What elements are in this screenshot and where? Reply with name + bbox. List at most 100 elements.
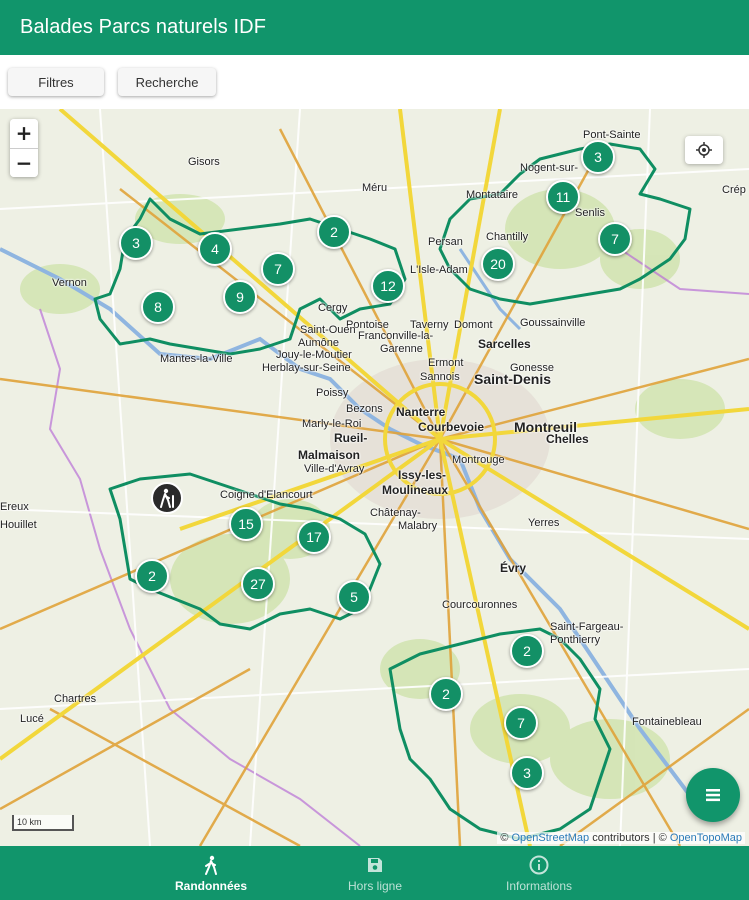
place-label: Sarcelles [478,337,531,351]
place-label: Saint-Ouen [300,324,356,336]
place-label: Nanterre [396,405,446,419]
bottom-navigation: Randonnées Hors ligne Informations [0,846,749,900]
nav-offline-label: Hors ligne [347,878,403,893]
opentopomap-link[interactable]: OpenTopoMap [670,832,742,844]
cluster-marker[interactable]: 17 [297,520,331,554]
place-label: Herblay-sur-Seine [262,362,351,374]
place-label: L'Isle-Adam [410,264,468,276]
cluster-marker[interactable]: 7 [504,706,538,740]
hiker-icon [160,488,174,508]
locate-button[interactable] [685,136,723,164]
place-label: Gisors [188,156,220,168]
cluster-marker[interactable]: 11 [546,180,580,214]
search-button[interactable]: Recherche [118,68,216,96]
place-label: Fontainebleau [632,716,702,728]
cluster-marker[interactable]: 7 [598,222,632,256]
info-icon [529,854,549,876]
cluster-marker[interactable]: 8 [141,290,175,324]
nav-hikes-label: Randonnées [174,878,247,893]
basemap [0,109,749,846]
place-label: Persan [428,236,463,248]
nav-offline[interactable]: Hors ligne [315,846,435,900]
cluster-marker[interactable]: 2 [510,634,544,668]
place-label: Courbevoie [418,420,485,434]
place-label: Sannois [420,371,460,383]
attribution-prefix: © [500,832,512,844]
cluster-marker[interactable]: 7 [261,252,295,286]
cluster-marker[interactable]: 3 [581,140,615,174]
hike-marker[interactable] [151,482,183,514]
list-icon [706,789,720,802]
place-label: Mantes-la-Ville [160,353,233,365]
filters-button[interactable]: Filtres [8,68,104,96]
nav-info[interactable]: Informations [479,846,599,900]
place-label: Poissy [316,387,349,399]
place-label: Domont [454,319,493,331]
cluster-marker[interactable]: 9 [223,280,257,314]
place-label: Lucé [20,713,44,725]
cluster-marker[interactable]: 2 [429,677,463,711]
place-label: Houillet [0,519,37,531]
place-label: Issy-les- [398,468,447,482]
place-label: Jouy-le-Moutier [276,349,352,361]
action-toolbar: Filtres Recherche [0,55,749,109]
cluster-marker[interactable]: 12 [371,269,405,303]
place-label: Ponthierry [550,634,601,646]
place-label: Chartres [54,693,97,705]
place-label: Courcouronnes [442,599,518,611]
place-label: Malabry [398,520,438,532]
cluster-marker[interactable]: 3 [510,756,544,790]
place-label: Yerres [528,517,560,529]
zoom-out-button[interactable]: − [10,148,38,177]
place-label: Nogent-sur- [520,162,579,174]
cluster-marker[interactable]: 20 [481,247,515,281]
nav-info-label: Informations [505,878,573,893]
map-view[interactable]: + − Pont-Sainte Gisors Méru Nogent-sur- Mont… [0,109,749,846]
app-bar: Balades Parcs naturels IDF [0,0,749,55]
cluster-marker[interactable]: 2 [317,215,351,249]
place-label: Ereux [0,501,29,513]
place-label: Goussainville [520,317,586,329]
cluster-marker[interactable]: 5 [337,580,371,614]
cluster-marker[interactable]: 3 [119,226,153,260]
attribution-suffix: contributors | © [589,832,670,844]
place-label: Vernon [52,277,87,289]
place-label: Senlis [575,207,605,219]
cluster-marker[interactable]: 2 [135,559,169,593]
scale-bar: 10 km [12,815,74,831]
cluster-marker[interactable]: 4 [198,232,232,266]
place-label: Moulineaux [382,483,449,497]
zoom-in-button[interactable]: + [10,119,38,148]
place-label: Rueil- [334,431,368,445]
place-label: Méru [362,182,388,194]
place-label: Bezons [346,403,383,415]
app-title: Balades Parcs naturels IDF [20,16,267,38]
place-label: Châtenay- [370,507,421,519]
place-label: Chantilly [486,231,529,243]
nav-hikes[interactable]: Randonnées [151,846,271,900]
place-label: Coigne d'Elancourt [220,489,313,501]
crosshair-icon [696,142,712,158]
zoom-control: + − [10,119,38,177]
place-label: Aumône [298,337,339,349]
place-label: Crép [722,184,746,196]
osm-link[interactable]: OpenStreetMap [512,832,590,844]
hiker-icon [203,854,219,876]
list-fab-button[interactable] [686,768,740,822]
place-label: Garenne [380,343,423,355]
cluster-marker[interactable]: 15 [229,507,263,541]
map-attribution: © OpenStreetMap contributors | © OpenTop… [497,832,745,844]
place-label: Cergy [318,302,348,314]
place-label: Montrouge [452,454,505,466]
place-label: Marly-le-Roi [302,418,362,430]
place-label: Évry [500,561,527,575]
place-label: Malmaison [298,448,361,462]
cluster-marker[interactable]: 27 [241,567,275,601]
place-label: Chelles [546,432,589,446]
place-label: Ermont [428,357,464,369]
save-icon [366,854,384,876]
place-label: Franconville-la- [358,330,434,342]
place-label: Ville-d'Avray [304,463,365,475]
place-label: Montataire [466,189,518,201]
place-label: Saint-Fargeau- [550,621,624,633]
